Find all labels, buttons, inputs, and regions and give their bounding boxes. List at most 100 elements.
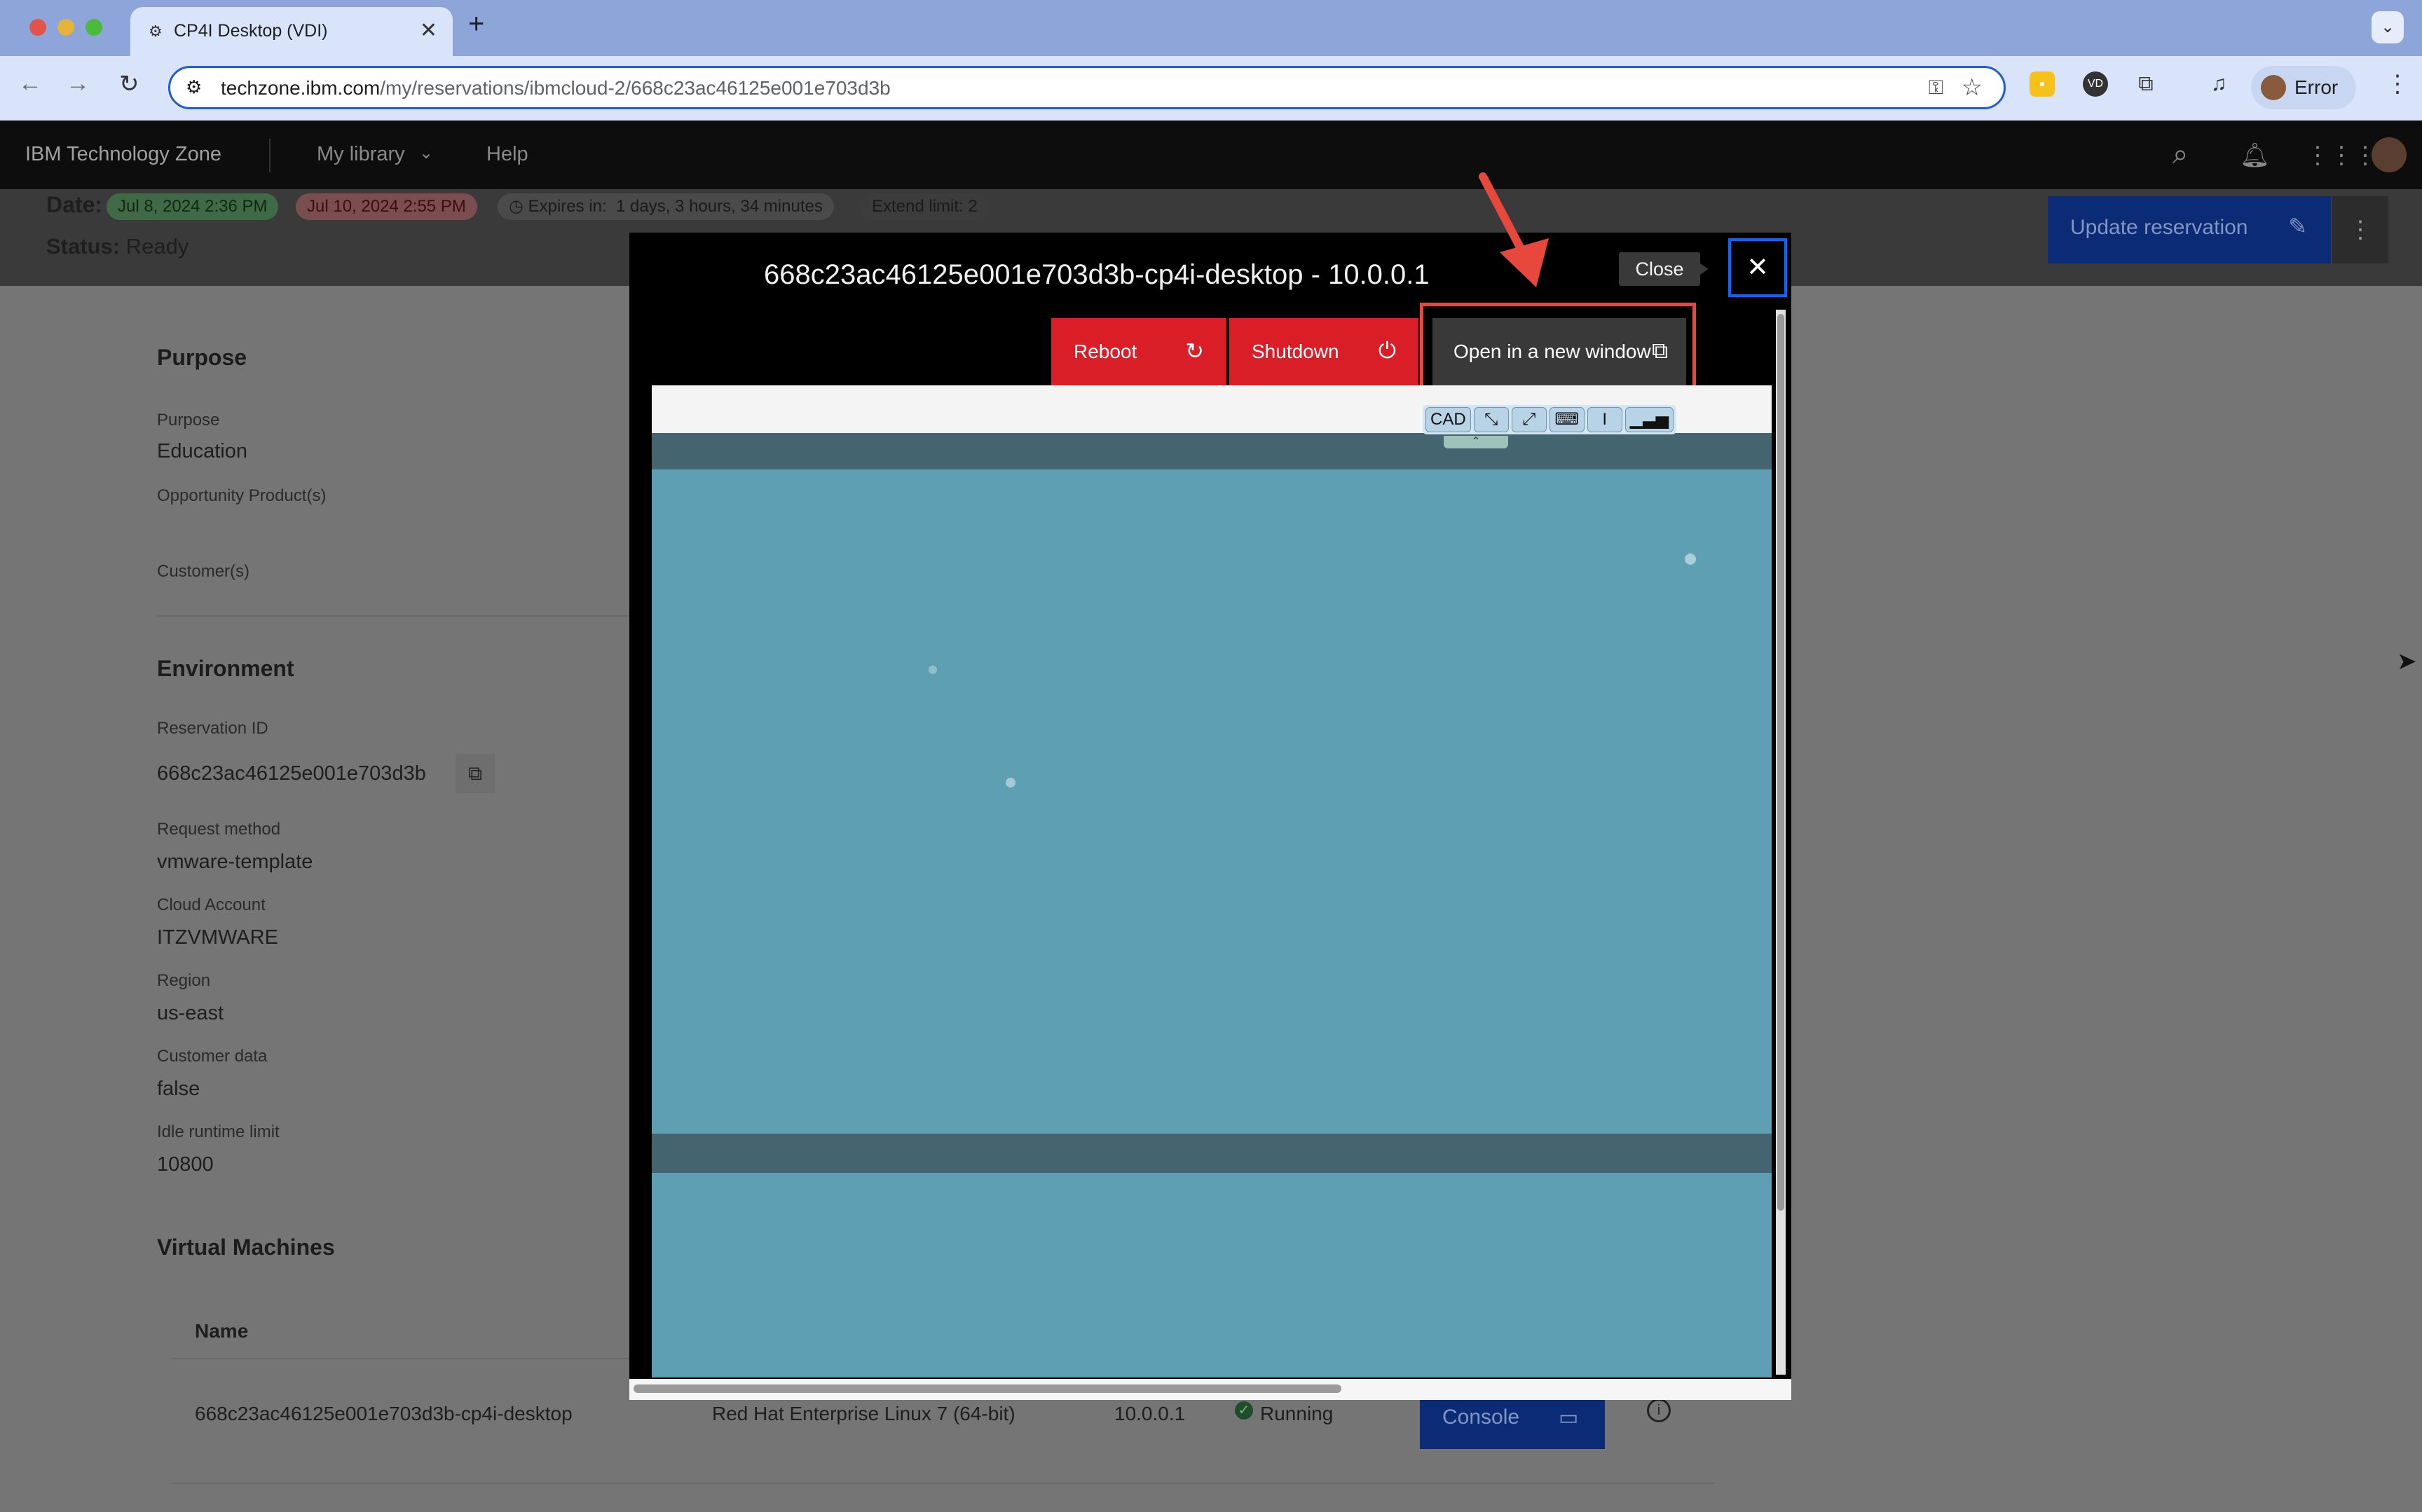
idle-runtime-label: Idle runtime limit — [157, 1122, 280, 1141]
vnc-desktop-view[interactable]: CAD ⤡ ⤢ ⌨ I ▁▃▅ ⌃ — [652, 385, 1772, 1377]
search-icon[interactable]: ⌕ — [2173, 139, 2188, 170]
extend-limit-tag: Extend limit: 2 — [861, 193, 989, 220]
horizontal-scroll-thumb[interactable] — [634, 1384, 1341, 1393]
status-check-icon: ✓ — [1235, 1401, 1253, 1420]
table-row-divider — [172, 1483, 1714, 1484]
expires-tag: ◷ Expires in: 1 days, 3 hours, 34 minute… — [498, 193, 834, 220]
app-switcher-grid-icon[interactable]: ⋮⋮⋮ — [2306, 142, 2377, 170]
vdi-console-modal: 668c23ac46125e001e703d3b-cp4i-desktop - … — [629, 233, 1791, 1400]
reload-icon[interactable]: ↻ — [119, 70, 139, 98]
fit-screen-icon[interactable]: ⤡ — [1473, 407, 1509, 432]
purpose-label: Purpose — [157, 411, 220, 429]
divider — [157, 615, 631, 617]
desktop-bottom-panel — [652, 1134, 1772, 1173]
header-divider — [269, 139, 271, 172]
cloud-account-label: Cloud Account — [157, 895, 266, 914]
window-minimize-dot[interactable] — [57, 19, 74, 36]
desktop-decoration — [929, 666, 937, 674]
tab-favicon-icon: ⚙ — [149, 22, 163, 40]
update-reservation-label: Update reservation — [2070, 216, 2248, 239]
password-key-icon[interactable]: ⚿ — [1929, 76, 1943, 99]
user-avatar[interactable] — [2372, 137, 2407, 172]
restart-icon: ↻ — [1185, 338, 1204, 364]
forward-arrow-icon[interactable]: → — [66, 70, 90, 97]
keyboard-icon[interactable]: ⌨ — [1549, 407, 1585, 432]
browser-tab[interactable]: ⚙ CP4I Desktop (VDI) ✕ — [130, 7, 453, 56]
nav-my-library[interactable]: My library — [317, 143, 405, 166]
vertical-scroll-thumb[interactable] — [1777, 314, 1784, 1211]
edit-pencil-icon: ✎ — [2288, 214, 2307, 239]
vnc-toolbar: CAD ⤡ ⤢ ⌨ I ▁▃▅ — [1423, 405, 1677, 434]
vm-os-cell: Red Hat Enterprise Linux 7 (64-bit) — [712, 1403, 1015, 1424]
profile-button[interactable]: Error — [2251, 66, 2356, 109]
app-header: IBM Technology Zone My library ⌄ Help ⌕ … — [0, 121, 2422, 189]
overflow-menu-icon[interactable]: ⋮ — [2332, 196, 2388, 263]
url-text[interactable]: techzone.ibm.com/my/reservations/ibmclou… — [221, 77, 891, 99]
media-controls-icon[interactable]: ♫ — [2206, 71, 2231, 97]
notification-bell-icon[interactable]: 🔔︎ — [2240, 142, 2270, 170]
clock-icon: ◷ — [509, 197, 528, 216]
vm-status-cell: Running — [1260, 1403, 1334, 1424]
expires-value: 1 days, 3 hours, 34 minutes — [616, 197, 823, 216]
purpose-value: Education — [157, 440, 247, 462]
toolbar-collapse-handle[interactable]: ⌃ — [1444, 436, 1508, 448]
opportunity-label: Opportunity Product(s) — [157, 486, 327, 505]
chevron-down-icon: ⌄ — [419, 144, 434, 163]
idle-runtime-value: 10800 — [157, 1153, 214, 1176]
reboot-button[interactable]: Reboot ↻ — [1051, 318, 1226, 385]
tab-close-icon[interactable]: ✕ — [420, 18, 437, 43]
vm-ip-cell: 10.0.0.1 — [1114, 1403, 1186, 1424]
brand-name[interactable]: IBM Technology Zone — [25, 143, 221, 166]
shutdown-label: Shutdown — [1252, 341, 1339, 362]
desktop-top-panel — [652, 433, 1772, 469]
text-cursor-icon[interactable]: I — [1587, 407, 1622, 432]
extension-vd-icon[interactable]: VD — [2083, 71, 2108, 97]
purpose-heading: Purpose — [157, 345, 247, 370]
table-header-name: Name — [195, 1320, 249, 1342]
address-bar[interactable]: ⚙ techzone.ibm.com/my/reservations/ibmcl… — [168, 66, 2006, 109]
virtual-machines-heading: Virtual Machines — [157, 1235, 335, 1260]
customer-data-label: Customer data — [157, 1047, 268, 1066]
desktop-decoration — [1685, 554, 1696, 565]
status-value: Ready — [125, 234, 189, 259]
avatar — [2261, 75, 2286, 100]
close-modal-button[interactable]: ✕ — [1728, 238, 1787, 297]
window-close-dot[interactable] — [29, 19, 46, 36]
tab-title: CP4I Desktop (VDI) — [174, 21, 328, 41]
end-date-tag: Jul 10, 2024 2:55 PM — [296, 193, 477, 220]
info-icon[interactable]: i — [1647, 1398, 1671, 1422]
reservation-id-label: Reservation ID — [157, 719, 268, 738]
reboot-label: Reboot — [1074, 341, 1137, 362]
close-tooltip: Close — [1619, 252, 1709, 286]
fullscreen-icon[interactable]: ⤢ — [1511, 407, 1547, 432]
browser-menu-icon[interactable]: ⋮ — [2386, 70, 2409, 98]
environment-heading: Environment — [157, 656, 294, 681]
nav-help[interactable]: Help — [486, 143, 528, 166]
shutdown-button[interactable]: Shutdown ⏻ — [1229, 318, 1418, 385]
customers-label: Customer(s) — [157, 562, 250, 581]
back-arrow-icon[interactable]: ← — [18, 70, 42, 97]
new-tab-icon[interactable]: + — [468, 8, 484, 40]
status-line: Status: Ready — [46, 234, 189, 259]
signal-bars-icon[interactable]: ▁▃▅ — [1624, 407, 1674, 432]
copy-icon[interactable]: ⧉ — [456, 754, 495, 793]
customer-data-value: false — [157, 1078, 200, 1100]
ctrl-alt-del-button[interactable]: CAD — [1425, 407, 1471, 432]
vertical-scrollbar[interactable] — [1776, 310, 1786, 1375]
mouse-cursor-icon: ➤ — [2397, 648, 2417, 675]
extensions-puzzle-icon[interactable]: ⧉ — [2133, 71, 2158, 97]
profile-status-label: Error — [2294, 76, 2339, 98]
modal-title: 668c23ac46125e001e703d3b-cp4i-desktop - … — [764, 259, 1430, 290]
vm-name-cell: 668c23ac46125e001e703d3b-cp4i-desktop — [195, 1403, 573, 1424]
request-method-label: Request method — [157, 820, 281, 839]
extension-keep-icon[interactable]: ▪ — [2030, 71, 2055, 97]
bookmark-star-icon[interactable]: ☆ — [1962, 74, 1983, 102]
status-label: Status: — [46, 234, 121, 259]
horizontal-scrollbar[interactable] — [629, 1379, 1791, 1400]
annotation-arrow — [1479, 172, 1549, 287]
console-button[interactable]: Console ▭ — [1420, 1396, 1605, 1449]
window-zoom-dot[interactable] — [85, 19, 102, 36]
update-reservation-button[interactable]: Update reservation ✎ — [2048, 196, 2331, 263]
site-info-icon[interactable]: ⚙ — [186, 76, 202, 98]
tab-search-chevron-icon[interactable]: ⌄ — [2372, 11, 2404, 43]
